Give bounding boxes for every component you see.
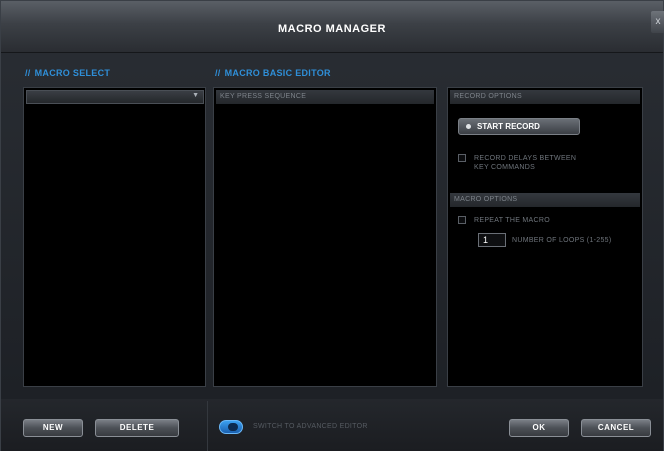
record-icon [466, 124, 471, 129]
window-title: MACRO MANAGER [278, 23, 386, 35]
chevron-down-icon[interactable]: ▼ [192, 92, 199, 99]
cancel-button[interactable]: CANCEL [581, 419, 651, 437]
start-record-button[interactable]: START RECORD [458, 118, 580, 135]
ok-button[interactable]: OK [509, 419, 569, 437]
macro-basic-editor-title: //MACRO BASIC EDITOR [215, 68, 331, 78]
repeat-macro-checkbox[interactable] [458, 216, 466, 224]
loops-label: NUMBER OF LOOPS (1-255) [512, 237, 612, 244]
slash-icon: // [25, 68, 31, 78]
new-button[interactable]: NEW [23, 419, 83, 437]
close-icon: x [655, 16, 661, 27]
key-press-sequence-header: KEY PRESS SEQUENCE [216, 90, 434, 104]
options-panel: RECORD OPTIONS START RECORD RECORD DELAY… [447, 87, 643, 387]
switch-advanced-editor-label: SWITCH TO ADVANCED EDITOR [253, 423, 368, 430]
footer-divider [207, 401, 208, 451]
start-record-label: START RECORD [477, 122, 540, 131]
close-button[interactable]: x [651, 11, 664, 33]
record-options-header: RECORD OPTIONS [450, 90, 640, 104]
footer-bar: NEW DELETE SWITCH TO ADVANCED EDITOR OK … [1, 399, 663, 451]
record-delays-checkbox[interactable] [458, 154, 466, 162]
key-press-sequence-panel[interactable]: KEY PRESS SEQUENCE [213, 87, 437, 387]
macro-list-panel[interactable]: ▼ [23, 87, 206, 387]
record-delays-label: RECORD DELAYS BETWEEN KEY COMMANDS [474, 155, 577, 171]
macro-options-header: MACRO OPTIONS [450, 193, 640, 207]
repeat-macro-label: REPEAT THE MACRO [474, 217, 550, 224]
advanced-editor-toggle[interactable] [219, 420, 243, 434]
macro-select-title: //MACRO SELECT [25, 68, 111, 78]
macro-select-dropdown[interactable]: ▼ [26, 90, 204, 104]
toggle-knob-icon [228, 423, 238, 431]
loops-input[interactable]: 1 [478, 233, 506, 247]
title-bar[interactable]: MACRO MANAGER x [1, 1, 664, 53]
macro-manager-window: MACRO MANAGER x //MACRO SELECT //MACRO B… [0, 0, 664, 451]
slash-icon: // [215, 68, 221, 78]
delete-button[interactable]: DELETE [95, 419, 179, 437]
